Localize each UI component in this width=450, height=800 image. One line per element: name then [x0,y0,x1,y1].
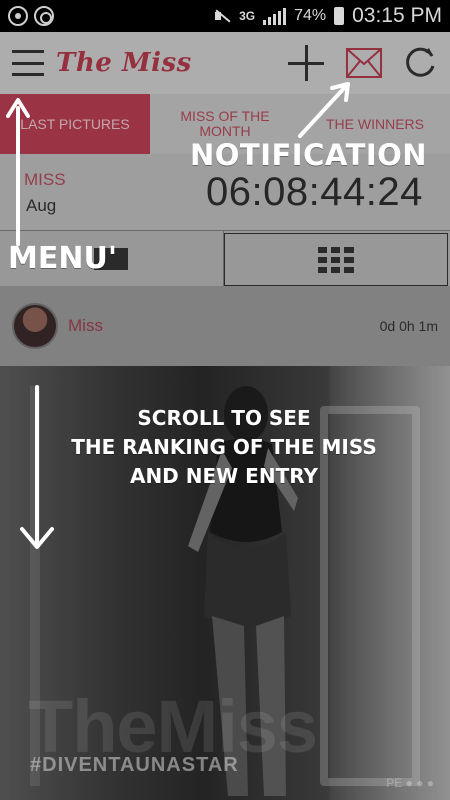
annotation-menu: MENU' [8,241,117,276]
refresh-icon[interactable] [404,46,438,80]
annotation-scroll-line-3: AND NEW ENTRY [129,464,319,488]
post-author[interactable]: Miss [68,316,103,336]
app-logo: The Miss [56,48,192,78]
status-left [8,6,54,26]
photo-hashtag: #DIVENTAUNASTAR [30,754,239,776]
menu-icon[interactable] [12,50,44,76]
status-bar: 3G 74% 03:15 PM [0,0,450,32]
annotation-scroll-line-1: SCROLL TO SEE [137,406,311,430]
battery-icon [334,7,345,25]
photo-corner-label: PE ● ● ● [386,776,434,790]
annotation-notification: NOTIFICATION [190,138,428,172]
post-header: Miss 0d 0h 1m [0,286,450,366]
grid-view-button[interactable] [223,233,448,286]
app-bar-actions [288,45,438,81]
contest-month: Aug [26,196,57,215]
post-time: 0d 0h 1m [379,318,438,334]
app-screen: 3G 74% 03:15 PM The Miss LAST PICTURES M… [0,0,450,800]
status-time: 03:15 PM [352,4,442,27]
countdown-timer: 06:08:44:24 [206,170,423,214]
app-bar: The Miss [0,32,450,94]
notification-app-icon [8,6,28,26]
battery-percent: 74% [294,7,327,24]
mute-icon [213,8,231,24]
mail-icon[interactable] [346,48,382,78]
grid-view-icon [317,246,354,273]
annotation-scroll-line-2: THE RANKING OF THE MISS [71,435,377,459]
signal-icon [263,7,287,25]
status-right: 3G 74% 03:15 PM [213,4,442,28]
chat-icon [34,6,54,26]
annotation-scroll: SCROLL TO SEE THE RANKING OF THE MISS AN… [64,404,384,491]
add-icon[interactable] [288,45,324,81]
tab-last-pictures[interactable]: LAST PICTURES [0,94,150,154]
avatar[interactable] [12,303,58,349]
contest-title: MISS [24,170,66,189]
network-type: 3G [239,9,256,23]
